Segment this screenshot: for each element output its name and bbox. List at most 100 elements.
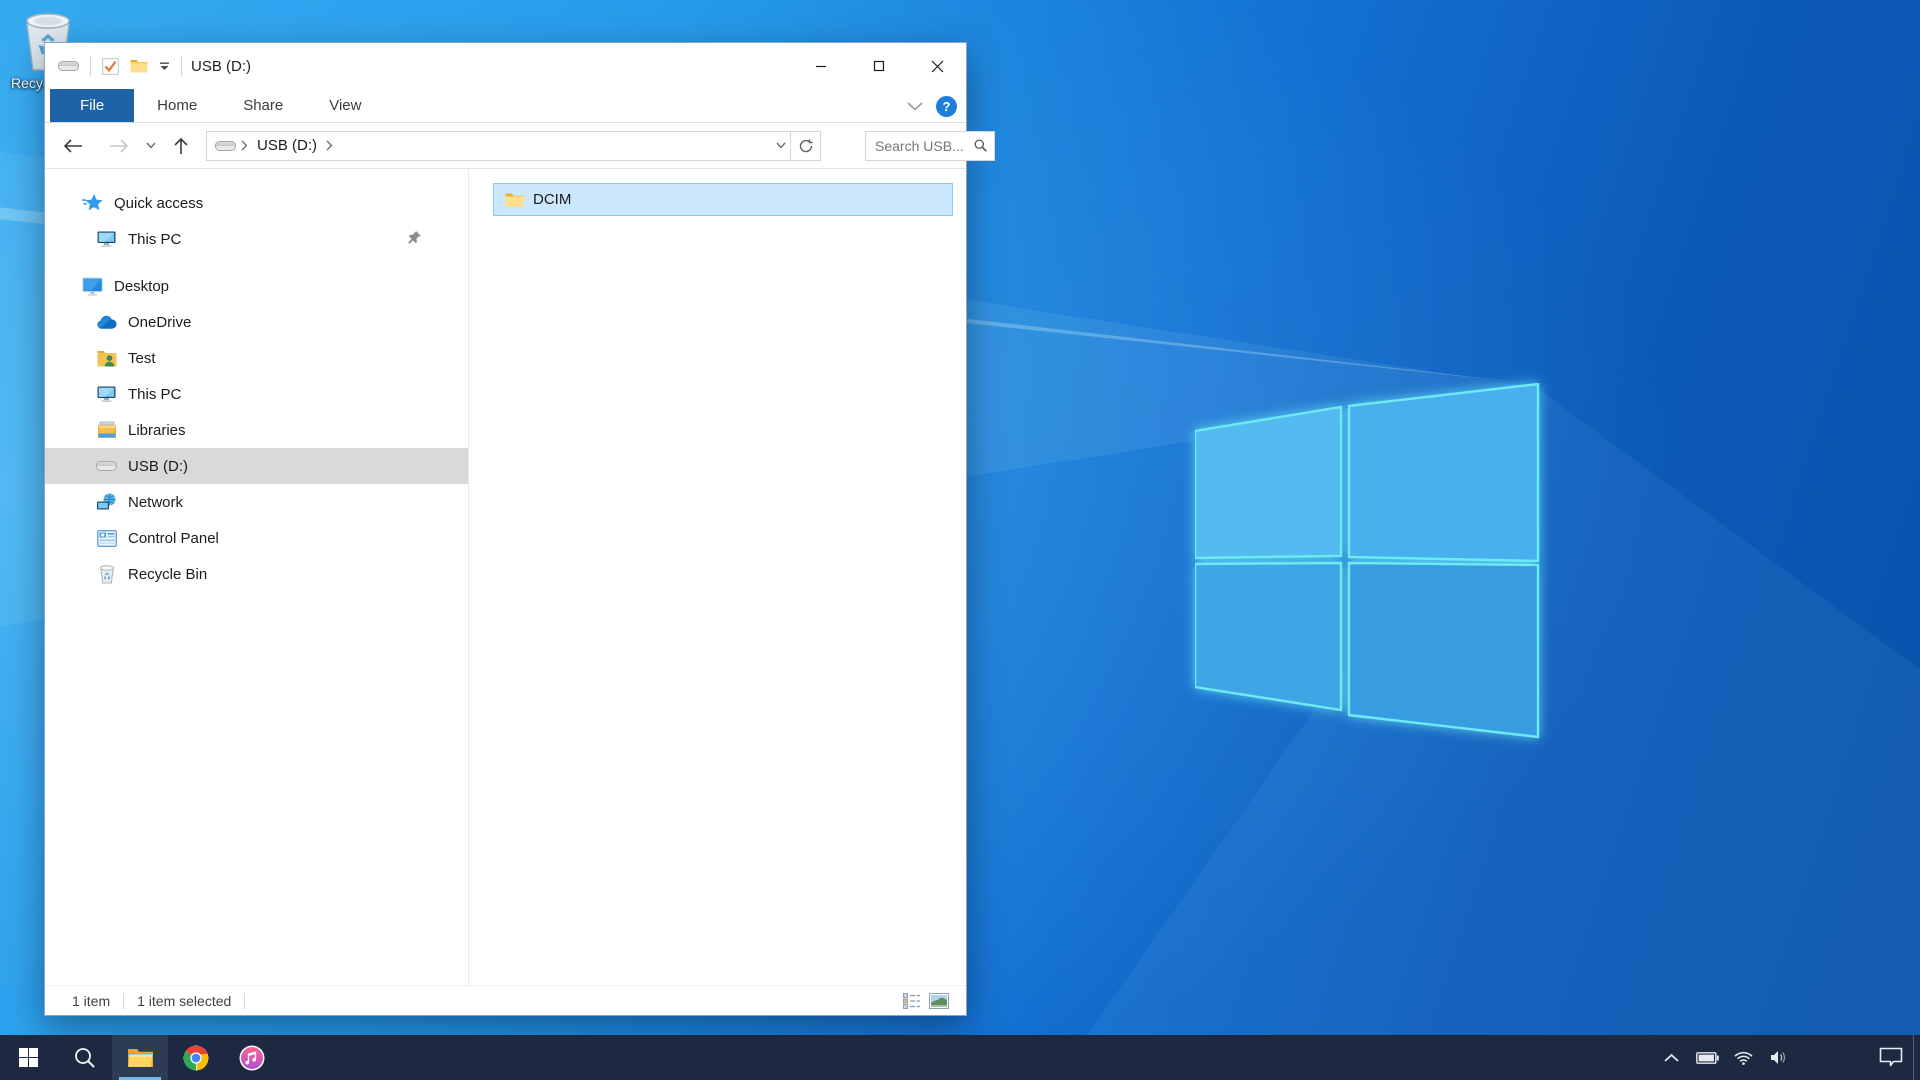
file-item-dcim[interactable]: DCIM (493, 183, 953, 216)
selection-count-label: 1 item selected (137, 993, 231, 1009)
quick-access-toolbar (45, 56, 182, 76)
navigation-pane: Quick access This PC Desktop OneDrive Test Th… (45, 169, 469, 985)
sidebar-item-label: This PC (128, 231, 181, 248)
sidebar-item-test[interactable]: Test (45, 340, 468, 376)
sidebar-item-label: OneDrive (128, 314, 191, 331)
pin-icon (407, 230, 422, 245)
close-button[interactable] (908, 43, 966, 89)
sidebar-item-this-pc[interactable]: This PC (45, 376, 468, 412)
breadcrumb-segment[interactable]: USB (D:) (257, 137, 317, 154)
sidebar-item-label: Network (128, 494, 183, 511)
details-view-button[interactable] (903, 993, 920, 1009)
search-input[interactable] (875, 138, 974, 154)
start-button[interactable] (0, 1035, 56, 1080)
battery-icon (1696, 1052, 1719, 1064)
file-name-label: DCIM (533, 191, 571, 208)
sidebar-item-label: This PC (128, 386, 181, 403)
search-icon (74, 1047, 95, 1068)
control-panel-icon (96, 528, 117, 549)
sidebar-item-network[interactable]: Network (45, 484, 468, 520)
breadcrumb-chevron-icon (326, 140, 333, 151)
wifi-icon (1734, 1051, 1753, 1065)
expand-ribbon-chevron-icon[interactable] (907, 102, 923, 111)
folder-icon (505, 192, 524, 208)
large-icons-view-button[interactable] (929, 993, 949, 1009)
search-box (865, 131, 995, 161)
chevron-down-icon (146, 142, 156, 149)
sidebar-item-libraries[interactable]: Libraries (45, 412, 468, 448)
itunes-button[interactable] (224, 1035, 280, 1080)
show-desktop-button[interactable] (1913, 1035, 1920, 1080)
sidebar-item-label: Control Panel (128, 530, 219, 547)
address-bar[interactable]: USB (D:) (206, 131, 791, 161)
wifi-status[interactable] (1725, 1035, 1761, 1080)
tab-home[interactable]: Home (134, 89, 220, 122)
properties-check-icon[interactable] (102, 58, 119, 75)
battery-status[interactable] (1689, 1035, 1725, 1080)
sidebar-item-label: Libraries (128, 422, 186, 439)
maximize-button[interactable] (850, 43, 908, 89)
sidebar-item-onedrive[interactable]: OneDrive (45, 304, 468, 340)
up-arrow-icon (174, 137, 188, 155)
chrome-button[interactable] (168, 1035, 224, 1080)
details-view-icon (903, 993, 920, 1009)
forward-arrow-icon (109, 139, 129, 153)
sidebar-item-label: Recycle Bin (128, 566, 207, 583)
sidebar-item-control-panel[interactable]: Control Panel (45, 520, 468, 556)
file-list-pane[interactable]: DCIM (469, 169, 966, 985)
sidebar-item-this-pc[interactable]: This PC (45, 221, 468, 257)
windows-logo-wallpaper (1195, 383, 1540, 739)
breadcrumb-drive-icon (215, 140, 236, 152)
refresh-icon (799, 139, 813, 153)
libraries-icon (96, 420, 117, 441)
volume-status[interactable] (1761, 1035, 1797, 1080)
computer-icon (96, 384, 117, 405)
navigation-bar: USB (D:) (45, 123, 966, 169)
tab-file[interactable]: File (50, 89, 134, 122)
sidebar-item-quick-access[interactable]: Quick access (45, 185, 468, 221)
large-icons-view-icon (929, 993, 949, 1009)
status-bar: 1 item 1 item selected (45, 985, 966, 1015)
forward-button[interactable] (104, 131, 134, 161)
search-button[interactable] (56, 1035, 112, 1080)
tray-expand-button[interactable] (1653, 1035, 1689, 1080)
minimize-button[interactable] (792, 43, 850, 89)
itunes-icon (239, 1045, 265, 1071)
search-icon[interactable] (974, 138, 987, 153)
sidebar-item-label: Test (128, 350, 156, 367)
taskbar (0, 1035, 1920, 1080)
quick-access-star-icon (82, 193, 103, 214)
sidebar-item-label: Quick access (114, 195, 203, 212)
refresh-button[interactable] (791, 131, 821, 161)
maximize-icon (873, 60, 885, 72)
user-folder-icon (96, 348, 117, 369)
system-menu-drive-icon[interactable] (58, 60, 79, 72)
qat-dropdown-icon[interactable] (159, 62, 170, 71)
sidebar-item-label: Desktop (114, 278, 169, 295)
recycle-bin-icon (96, 564, 117, 585)
toolbar-separator (90, 56, 91, 76)
tab-share[interactable]: Share (220, 89, 306, 122)
onedrive-cloud-icon (96, 312, 117, 333)
new-folder-icon[interactable] (130, 59, 148, 73)
help-button[interactable]: ? (936, 96, 957, 117)
desktop-icon (82, 276, 103, 297)
recent-locations-button[interactable] (142, 131, 160, 161)
sidebar-item-recycle-bin[interactable]: Recycle Bin (45, 556, 468, 592)
system-tray (1653, 1035, 1920, 1080)
up-button[interactable] (166, 131, 196, 161)
chrome-icon (183, 1045, 209, 1071)
tab-view[interactable]: View (306, 89, 384, 122)
title-bar[interactable]: USB (D:) (45, 43, 966, 89)
back-button[interactable] (58, 131, 88, 161)
file-explorer-button[interactable] (112, 1035, 168, 1080)
sidebar-item-desktop[interactable]: Desktop (45, 268, 468, 304)
chevron-up-icon (1664, 1053, 1679, 1062)
action-center-button[interactable] (1869, 1035, 1913, 1080)
breadcrumb-chevron-icon (241, 140, 248, 151)
windows-start-icon (19, 1048, 38, 1067)
close-icon (931, 60, 944, 73)
item-count-label: 1 item (72, 993, 110, 1009)
sidebar-item-usb-d[interactable]: USB (D:) (45, 448, 468, 484)
address-history-chevron-icon[interactable] (776, 142, 786, 149)
